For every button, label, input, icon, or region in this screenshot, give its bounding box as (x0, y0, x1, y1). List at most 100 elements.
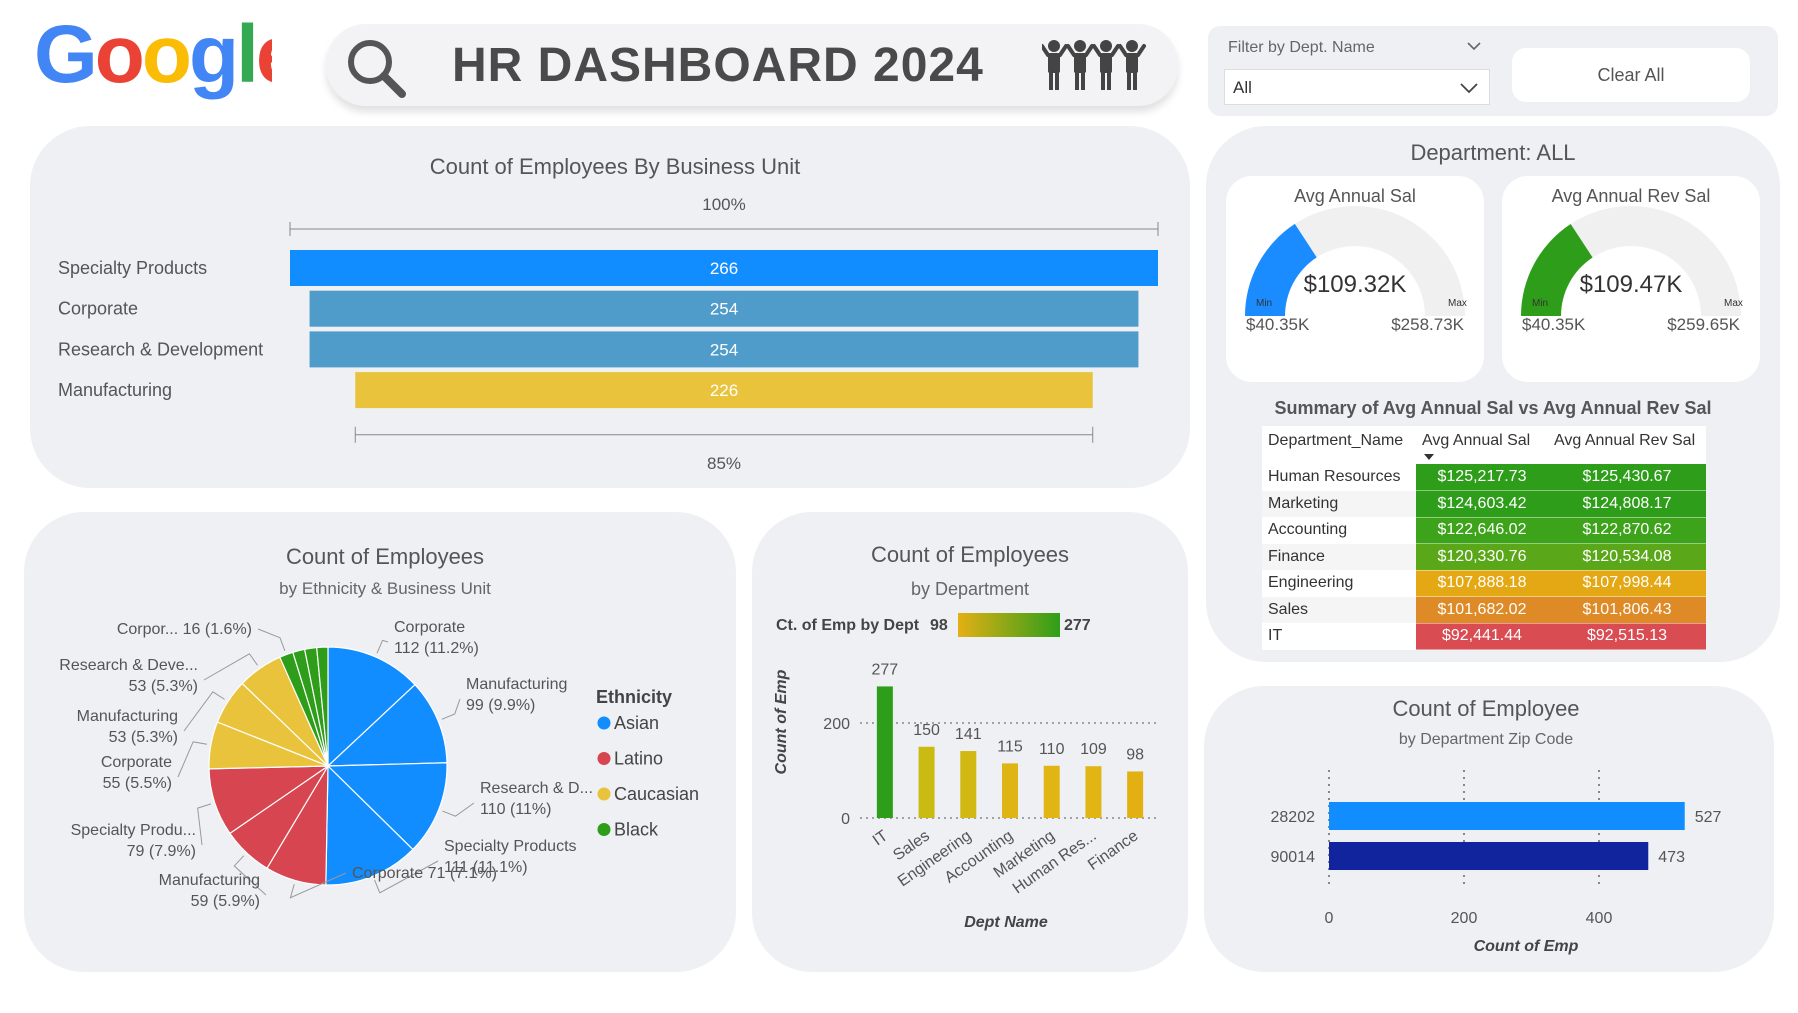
header-avg-annual-sal[interactable]: Avg Annual Sal (1416, 426, 1548, 464)
department-bar-chart: Count of Employees by Department Ct. of Em… (773, 542, 1156, 931)
table-row[interactable]: Human Resources $125,217.73 $125,430.67 (1262, 464, 1706, 491)
pie-leader-line (257, 628, 286, 651)
dept-bar[interactable] (918, 746, 935, 818)
person-arm (1066, 44, 1076, 57)
pie-slice-label: Research & Deve... (59, 657, 198, 674)
dept-bar[interactable] (1043, 765, 1060, 818)
funnel-category-label: Research & Development (58, 339, 263, 359)
cell-avg-annual-rev-sal: $122,870.62 (1548, 517, 1706, 544)
pie-slice-label: Research & D... (480, 780, 593, 797)
filter-label: Filter by Dept. Name (1228, 39, 1375, 56)
y-tick-label: 28202 (1271, 809, 1316, 826)
filter-panel: Filter by Dept. Name All Clear All (1208, 26, 1778, 116)
person-arm (1042, 44, 1050, 57)
person-arm (1118, 44, 1128, 57)
x-tick-label: 0 (1325, 910, 1334, 927)
gauge-avg-annual-rev-sal: Avg Annual Rev Sal $109.47K Min Max $40.35K $… (1521, 186, 1743, 334)
zip-bar[interactable] (1329, 842, 1649, 870)
person-head (1100, 40, 1112, 52)
chart-subtitle: by Department Zip Code (1399, 731, 1573, 748)
gauge-min-tag: Min (1256, 298, 1272, 309)
funnel-value-label: 254 (710, 300, 738, 319)
legend-marker (597, 716, 611, 730)
person-leg (1081, 72, 1085, 90)
pie-slice-label: Corporate (394, 619, 465, 636)
pie-leader-line (442, 802, 475, 817)
zip-code-bar-chart: Count of Employee by Department Zip Code 0… (1271, 696, 1722, 955)
cell-avg-annual-sal: $122,646.02 (1416, 517, 1548, 544)
person-figure (1092, 40, 1120, 90)
pie-slice-detail: 53 (5.3%) (109, 729, 178, 746)
dept-bar[interactable] (876, 686, 893, 818)
zip-bar[interactable] (1329, 802, 1685, 830)
table-row[interactable]: Engineering $107,888.18 $107,998.44 (1262, 570, 1706, 597)
dept-bar[interactable] (1002, 763, 1018, 818)
logo-letter: o (95, 9, 142, 100)
person-head (1048, 40, 1060, 52)
dept-bar[interactable] (960, 751, 977, 818)
cell-dept-name: Human Resources (1262, 464, 1416, 491)
bar-value-label: 115 (997, 738, 1023, 755)
gauge-title: Avg Annual Sal (1294, 186, 1416, 206)
legend-label: Black (614, 820, 659, 840)
gauge-min-label: $40.35K (1522, 315, 1586, 334)
department-summary-panel: Department: ALL Avg Annual Sal $109.32K Mi… (1206, 126, 1780, 662)
cell-avg-annual-sal: $92,441.44 (1416, 623, 1548, 650)
pie-leader-line (376, 639, 389, 654)
header-dept-name[interactable]: Department_Name (1262, 426, 1416, 464)
legend-marker (597, 752, 611, 765)
clear-all-label: Clear All (1597, 65, 1665, 85)
cell-avg-annual-rev-sal: $125,430.67 (1548, 464, 1706, 491)
legend-label: Latino (614, 749, 663, 769)
person-body (1074, 53, 1086, 73)
dept-bar[interactable] (1127, 771, 1144, 818)
cell-avg-annual-rev-sal: $101,806.43 (1548, 596, 1706, 624)
person-leg (1055, 72, 1059, 90)
cell-dept-name: Engineering (1262, 570, 1416, 597)
funnel-value-label: 266 (710, 259, 738, 278)
filter-dropdown-value: All (1233, 78, 1252, 97)
filter-dropdown[interactable]: All (1224, 69, 1490, 105)
chart-subtitle: by Department (911, 579, 1029, 599)
gauge-title: Avg Annual Rev Sal (1552, 186, 1711, 206)
gauge-avg-annual-sal: Avg Annual Sal $109.32K Min Max $40.35K $258.… (1245, 186, 1467, 334)
clear-all-button[interactable]: Clear All (1512, 48, 1750, 102)
business-unit-panel: Count of Employees By Business Unit 100% 2… (30, 126, 1190, 488)
table-row[interactable]: Marketing $124,603.42 $124,808.17 (1262, 490, 1706, 518)
funnel-chart: Count of Employees By Business Unit 100% 2… (58, 154, 1159, 473)
google-logo-graphic: Google (34, 9, 302, 100)
legend-label: Caucasian (614, 784, 699, 804)
header-avg-annual-rev-sal[interactable]: Avg Annual Rev Sal (1548, 426, 1706, 464)
pie-slice-label: Corporate (101, 754, 172, 771)
y-tick-label: 90014 (1271, 849, 1316, 866)
cell-avg-annual-sal: $107,888.18 (1416, 570, 1548, 597)
gauge-value: $109.32K (1304, 271, 1407, 298)
person-leg (1127, 72, 1131, 90)
bar-value-label: 141 (955, 726, 982, 743)
chart-subtitle: by Ethnicity & Business Unit (279, 579, 491, 598)
zip-code-panel: Count of Employee by Department Zip Code 0… (1204, 686, 1774, 972)
pie-slice-label: Corporate 71 (7.1%) (352, 865, 497, 882)
cell-dept-name: Finance (1262, 543, 1416, 571)
title-search-bar: HR DASHBOARD 2024 (326, 24, 1178, 106)
cell-avg-annual-rev-sal: $124,808.17 (1548, 490, 1706, 518)
summary-header-row: Department_Name Avg Annual Sal Avg Annua… (1262, 426, 1706, 464)
bar-value-label: 150 (913, 722, 940, 739)
table-row[interactable]: Accounting $122,646.02 $122,870.62 (1262, 517, 1706, 544)
dept-bar[interactable] (1085, 766, 1102, 818)
department-bar-panel: Count of Employees by Department Ct. of Em… (752, 512, 1188, 972)
pie-slice-label: Manufacturing (466, 676, 567, 693)
dashboard-title: HR DASHBOARD 2024 (452, 39, 984, 92)
chevron-down-icon[interactable] (1466, 40, 1482, 52)
pie-slice-detail: 79 (7.9%) (127, 843, 196, 860)
person-figure (1118, 40, 1146, 90)
table-row[interactable]: IT $92,441.44 $92,515.13 (1262, 623, 1706, 650)
funnel-value-label: 226 (710, 381, 738, 400)
table-row[interactable]: Sales $101,682.02 $101,806.43 (1262, 596, 1706, 624)
table-row[interactable]: Finance $120,330.76 $120,534.08 (1262, 543, 1706, 571)
person-leg (1133, 72, 1137, 90)
bar-value-label: 527 (1695, 809, 1722, 826)
gauge-max-tag: Max (1724, 298, 1743, 309)
pie-slice-detail: 55 (5.5%) (103, 775, 172, 792)
person-arm (1084, 44, 1094, 57)
